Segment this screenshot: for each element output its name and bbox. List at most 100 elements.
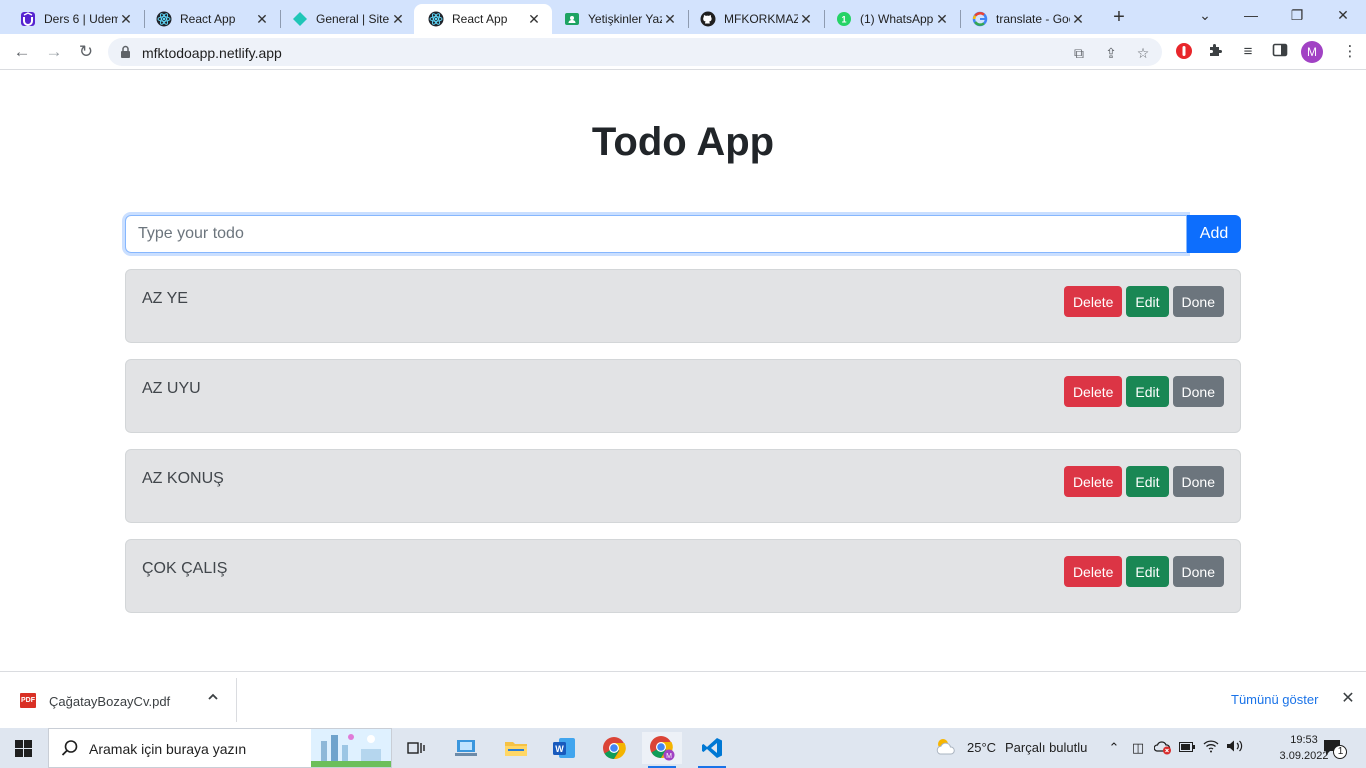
chevron-up-icon[interactable]: ⌃ [1105,739,1123,757]
svg-text:W: W [555,744,564,754]
chrome-app-icon[interactable] [594,732,634,764]
browser-toolbar: ← → ↻ mfktodoapp.netlify.app ⧉ ⇪ ☆ [0,34,1366,70]
minimize-icon[interactable]: — [1238,4,1264,26]
share-icon[interactable]: ⇪ [1102,44,1120,62]
battery-icon[interactable] [1178,739,1196,757]
todo-item: AZ UYU Delete Edit Done [125,359,1241,433]
tab-classroom[interactable]: Yetişkinler Yazılım ✕ [550,4,688,34]
tab-title: React App [180,12,236,26]
chrome-profile-app-icon[interactable]: M [642,732,682,768]
close-icon[interactable]: ✕ [662,11,678,27]
task-view-icon[interactable] [396,732,436,764]
tab-github[interactable]: MFKORKMAZ ✕ [686,4,824,34]
city-skyline-icon [311,729,391,767]
delete-button[interactable]: Delete [1063,376,1123,407]
tab-udemy[interactable]: Ders 6 | Udemy ✕ [6,4,144,34]
todo-actions: Delete Edit Done [1063,556,1224,587]
delete-button[interactable]: Delete [1063,286,1123,317]
pdf-file-icon: PDF [20,693,36,708]
restore-icon[interactable]: ❐ [1284,4,1310,26]
done-button[interactable]: Done [1172,286,1224,317]
tab-strip: Ders 6 | Udemy ✕ React App ✕ General | S… [0,0,1366,34]
file-explorer-icon[interactable] [496,732,536,764]
tab-react-app[interactable]: React App ✕ [142,4,280,34]
close-window-icon[interactable]: ✕ [1330,4,1356,26]
edit-button[interactable]: Edit [1126,286,1169,317]
side-panel-icon[interactable] [1270,42,1290,62]
add-button[interactable]: Add [1187,215,1241,253]
media-queue-icon[interactable]: ≡ [1238,42,1258,62]
todo-item: AZ YE Delete Edit Done [125,269,1241,343]
taskbar-search[interactable]: Aramak için buraya yazın [48,728,392,768]
new-tab-button[interactable]: + [1108,6,1130,28]
tab-whatsapp[interactable]: 1 (1) WhatsApp ✕ [822,4,960,34]
react-icon [428,11,444,27]
download-file-name[interactable]: ÇağatayBozayCv.pdf [49,694,170,709]
close-icon[interactable]: ✕ [1338,689,1358,709]
delete-button[interactable]: Delete [1063,466,1123,497]
google-icon [972,11,988,27]
profile-avatar[interactable]: M [1301,41,1323,63]
search-icon [61,740,78,756]
delete-button[interactable]: Delete [1063,556,1123,587]
computer-app-icon[interactable] [446,732,486,764]
windows-start-icon[interactable] [15,740,32,757]
speaker-icon[interactable] [1226,739,1244,757]
vscode-app-icon[interactable] [692,732,732,768]
wifi-icon[interactable] [1202,739,1220,757]
kebab-menu-icon[interactable]: ⋮ [1340,42,1360,62]
tab-title: React App [452,12,508,26]
forward-arrow-icon[interactable]: → [42,40,66,64]
close-icon[interactable]: ✕ [390,11,406,27]
close-icon[interactable]: ✕ [1070,11,1086,27]
tab-google-translate[interactable]: translate - Google ✕ [958,4,1096,34]
weather-description[interactable]: Parçalı bulutlu [1005,740,1087,755]
tab-title: (1) WhatsApp [860,12,934,26]
todo-text: AZ UYU [142,380,201,397]
tab-react-app-active[interactable]: React App ✕ [414,4,552,34]
tab-search-chevron-icon[interactable]: ⌄ [1192,4,1218,26]
meet-now-icon[interactable]: ◫ [1129,739,1147,757]
react-icon [156,11,172,27]
show-all-downloads-link[interactable]: Tümünü göster [1231,692,1318,707]
close-icon[interactable]: ✕ [254,11,270,27]
edit-button[interactable]: Edit [1126,376,1169,407]
word-app-icon[interactable]: W [544,732,584,764]
notification-count: 1 [1337,746,1344,757]
extensions-puzzle-icon[interactable] [1206,42,1226,62]
done-button[interactable]: Done [1172,466,1224,497]
extension-red-icon[interactable] [1174,42,1194,62]
edit-button[interactable]: Edit [1126,556,1169,587]
bookmark-star-icon[interactable]: ☆ [1134,44,1152,62]
weather-icon[interactable] [934,736,958,758]
tab-title: General | Site settings [316,12,390,26]
notification-center-icon[interactable]: 1 [1322,738,1348,760]
close-icon[interactable]: ✕ [934,11,950,27]
tab-netlify-settings[interactable]: General | Site settings ✕ [278,4,416,34]
chevron-up-icon[interactable] [204,690,222,708]
close-icon[interactable]: ✕ [118,11,134,27]
download-bar: PDF ÇağatayBozayCv.pdf Tümünü göster ✕ [0,671,1366,728]
tab-title: Ders 6 | Udemy [44,12,118,26]
download-divider [236,678,237,722]
onedrive-error-icon[interactable] [1153,739,1172,757]
translate-icon[interactable]: ⧉ [1070,44,1088,62]
address-bar[interactable]: mfktodoapp.netlify.app ⧉ ⇪ ☆ [108,38,1162,66]
whatsapp-icon: 1 [836,11,852,27]
udemy-icon [20,11,36,27]
todo-actions: Delete Edit Done [1063,466,1224,497]
todo-item: AZ KONUŞ Delete Edit Done [125,449,1241,523]
close-icon[interactable]: ✕ [526,11,542,27]
back-arrow-icon[interactable]: ← [10,40,34,64]
edit-button[interactable]: Edit [1126,466,1169,497]
close-icon[interactable]: ✕ [798,11,814,27]
todo-text: AZ YE [142,290,188,307]
reload-icon[interactable]: ↻ [74,40,98,64]
page-title: Todo App [591,120,775,164]
svg-text:1: 1 [841,15,846,25]
svg-text:M: M [666,753,672,760]
done-button[interactable]: Done [1172,376,1224,407]
weather-temperature[interactable]: 25°C [967,740,996,755]
todo-input[interactable] [125,215,1187,253]
done-button[interactable]: Done [1172,556,1224,587]
